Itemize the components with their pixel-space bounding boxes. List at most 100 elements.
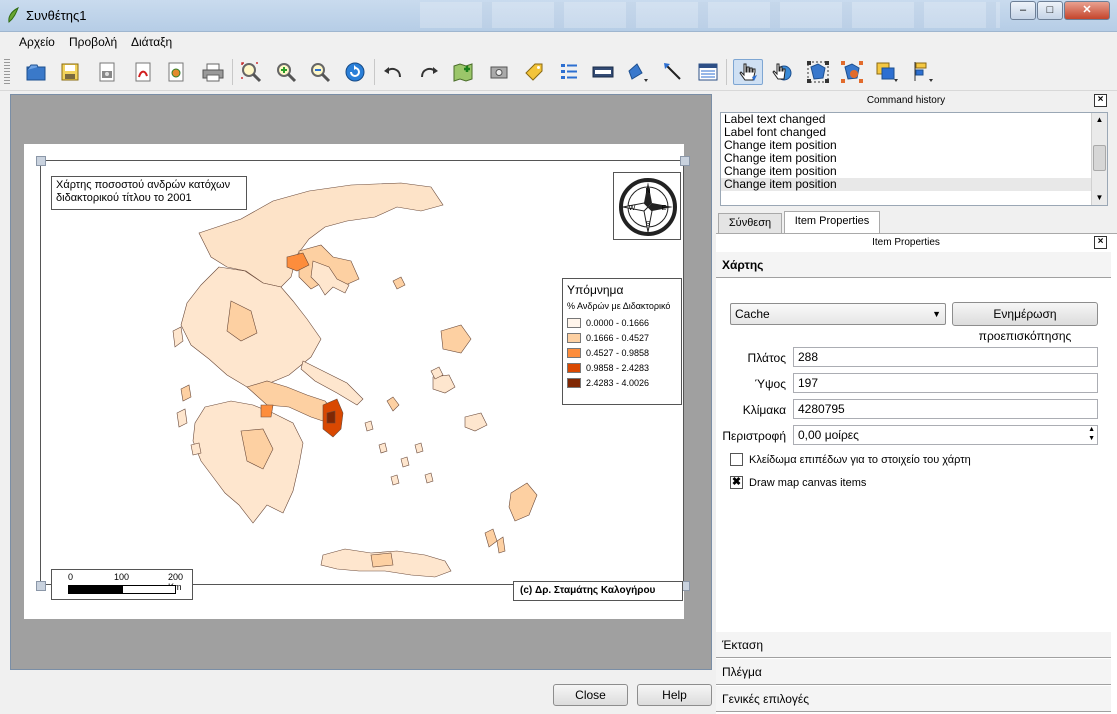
minimize-button[interactable]: –: [1010, 1, 1036, 20]
group-icon[interactable]: [805, 59, 831, 85]
copyright-label[interactable]: (c) Δρ. Σταμάτης Καλογήρου: [513, 581, 683, 601]
preview-mode-select[interactable]: Cache ▼: [730, 303, 946, 325]
command-history-title: Command history: [866, 95, 946, 106]
export-image-icon[interactable]: [94, 59, 120, 85]
open-template-icon[interactable]: [24, 59, 50, 85]
width-field[interactable]: 288: [793, 347, 1098, 367]
toolbar-separator: [232, 59, 233, 85]
close-history-dock-icon[interactable]: ×: [1094, 94, 1107, 107]
legend-swatch: [567, 317, 581, 328]
toolbar-grip[interactable]: [4, 59, 10, 85]
scale-label: Κλίμακα: [742, 403, 786, 417]
scalebar-tick-100: 100: [114, 572, 130, 582]
scalebar-tick-0: 0: [68, 572, 74, 582]
paper-page: Χάρτης ποσοστού ανδρών κατόχων διδακτορι…: [24, 144, 690, 619]
zoom-in-icon[interactable]: [273, 59, 299, 85]
tab-composition[interactable]: Σύνθεση: [718, 213, 782, 233]
scroll-down-icon[interactable]: ▼: [1094, 193, 1105, 203]
save-template-icon[interactable]: [57, 59, 83, 85]
rotation-spinbox[interactable]: 0,00 μοίρες ▲ ▼: [793, 425, 1098, 445]
zoom-full-icon[interactable]: [238, 59, 264, 85]
legend-class-label: 0.4527 - 0.9858: [586, 347, 650, 358]
north-arrow[interactable]: N S E W: [613, 172, 681, 240]
item-properties-panel: Item Properties × Χάρτης Cache ▼ Ενημέρω…: [716, 233, 1117, 714]
composer-toolbar: [0, 53, 1117, 91]
grid-section-header[interactable]: Πλέγμα: [716, 659, 1111, 685]
compass-s: S: [646, 221, 651, 228]
select-move-icon[interactable]: [733, 59, 763, 85]
add-table-icon[interactable]: [695, 59, 721, 85]
lock-layers-row[interactable]: Κλείδωμα επιπέδων για το στοιχείο του χά…: [730, 453, 971, 466]
refresh-icon[interactable]: [342, 59, 368, 85]
add-image-icon[interactable]: [486, 59, 512, 85]
map-section-header[interactable]: Χάρτης: [716, 252, 1111, 278]
maximize-button[interactable]: □: [1037, 1, 1063, 20]
add-arrow-icon[interactable]: [660, 59, 686, 85]
window-title: Συνθέτης1: [26, 8, 87, 23]
close-button[interactable]: Close: [553, 684, 628, 706]
extent-section-header[interactable]: Έκταση: [716, 632, 1111, 658]
zoom-out-icon[interactable]: [307, 59, 333, 85]
scale-field[interactable]: 4280795: [793, 399, 1098, 419]
panel-tabs: Σύνθεση Item Properties: [716, 211, 1117, 233]
add-shape-icon[interactable]: [625, 59, 651, 85]
legend-item[interactable]: Υπόμνημα % Ανδρών με Διδακτορικό 0.0000 …: [562, 278, 682, 405]
resize-handle-bottom-left[interactable]: [36, 581, 46, 591]
legend-swatch: [567, 347, 581, 358]
help-button[interactable]: Help: [637, 684, 712, 706]
history-scrollbar[interactable]: ▲ ▼: [1091, 113, 1107, 205]
lock-layers-label: Κλείδωμα επιπέδων για το στοιχείο του χά…: [749, 453, 971, 466]
draw-canvas-items-checkbox[interactable]: ✖: [730, 476, 743, 489]
update-preview-button[interactable]: Ενημέρωση προεπισκόπησης: [952, 302, 1098, 343]
close-window-button[interactable]: ✕: [1064, 1, 1110, 20]
chevron-down-icon: ▼: [932, 309, 941, 319]
history-entry-selected[interactable]: Change item position: [721, 178, 1107, 191]
compass-w: W: [629, 205, 636, 212]
menu-file[interactable]: Αρχείο: [19, 35, 55, 49]
menu-layout[interactable]: Διάταξη: [131, 35, 172, 49]
add-legend-icon[interactable]: [556, 59, 582, 85]
scalebar-item[interactable]: 0 100 200 Km: [51, 569, 193, 600]
resize-handle-top-left[interactable]: [36, 156, 46, 166]
map-item[interactable]: Χάρτης ποσοστού ανδρών κατόχων διδακτορι…: [36, 156, 690, 601]
print-icon[interactable]: [200, 59, 226, 85]
tab-item-properties[interactable]: Item Properties: [784, 211, 880, 233]
scroll-thumb[interactable]: [1093, 145, 1106, 171]
spin-arrows-icon[interactable]: ▲ ▼: [1088, 425, 1095, 443]
map-title-label[interactable]: Χάρτης ποσοστού ανδρών κατόχων διδακτορι…: [51, 176, 247, 210]
legend-swatch: [567, 362, 581, 373]
legend-swatch: [567, 332, 581, 343]
legend-class-label: 2.4283 - 4.0026: [586, 377, 650, 388]
height-field[interactable]: 197: [793, 373, 1098, 393]
resize-handle-top-right[interactable]: [680, 156, 690, 166]
align-items-icon[interactable]: [911, 59, 937, 85]
preview-mode-value: Cache: [735, 307, 770, 321]
add-scalebar-icon[interactable]: [590, 59, 616, 85]
draw-canvas-items-row[interactable]: ✖ Draw map canvas items: [730, 476, 866, 489]
add-label-icon[interactable]: [521, 59, 547, 85]
add-map-icon[interactable]: [450, 59, 476, 85]
move-content-icon[interactable]: [769, 59, 795, 85]
ungroup-icon[interactable]: [839, 59, 865, 85]
legend-subtitle: % Ανδρών με Διδακτορικό: [567, 301, 671, 311]
lock-layers-checkbox[interactable]: [730, 453, 743, 466]
redo-icon[interactable]: [416, 59, 442, 85]
close-properties-dock-icon[interactable]: ×: [1094, 236, 1107, 249]
composition-canvas[interactable]: Χάρτης ποσοστού ανδρών κατόχων διδακτορι…: [10, 94, 712, 670]
raise-items-icon[interactable]: [874, 59, 900, 85]
general-options-section-header[interactable]: Γενικές επιλογές: [716, 686, 1111, 712]
scroll-up-icon[interactable]: ▲: [1094, 115, 1105, 125]
legend-class-row: 2.4283 - 4.0026: [567, 375, 677, 390]
title-bar: Συνθέτης1 – □ ✕: [0, 0, 1117, 32]
scalebar-segment-light: [122, 585, 176, 594]
legend-class-label: 0.9858 - 2.4283: [586, 362, 650, 373]
menu-view[interactable]: Προβολή: [69, 35, 117, 49]
legend-class-row: 0.1666 - 0.4527: [567, 330, 677, 345]
undo-icon[interactable]: [380, 59, 406, 85]
toolbar-separator: [374, 59, 375, 85]
rotation-value: 0,00 μοίρες: [798, 428, 859, 442]
export-pdf-icon[interactable]: [130, 59, 156, 85]
export-svg-icon[interactable]: [163, 59, 189, 85]
command-history-list[interactable]: Label text changed Label font changed Ch…: [720, 112, 1108, 206]
legend-class-label: 0.0000 - 0.1666: [586, 317, 650, 328]
